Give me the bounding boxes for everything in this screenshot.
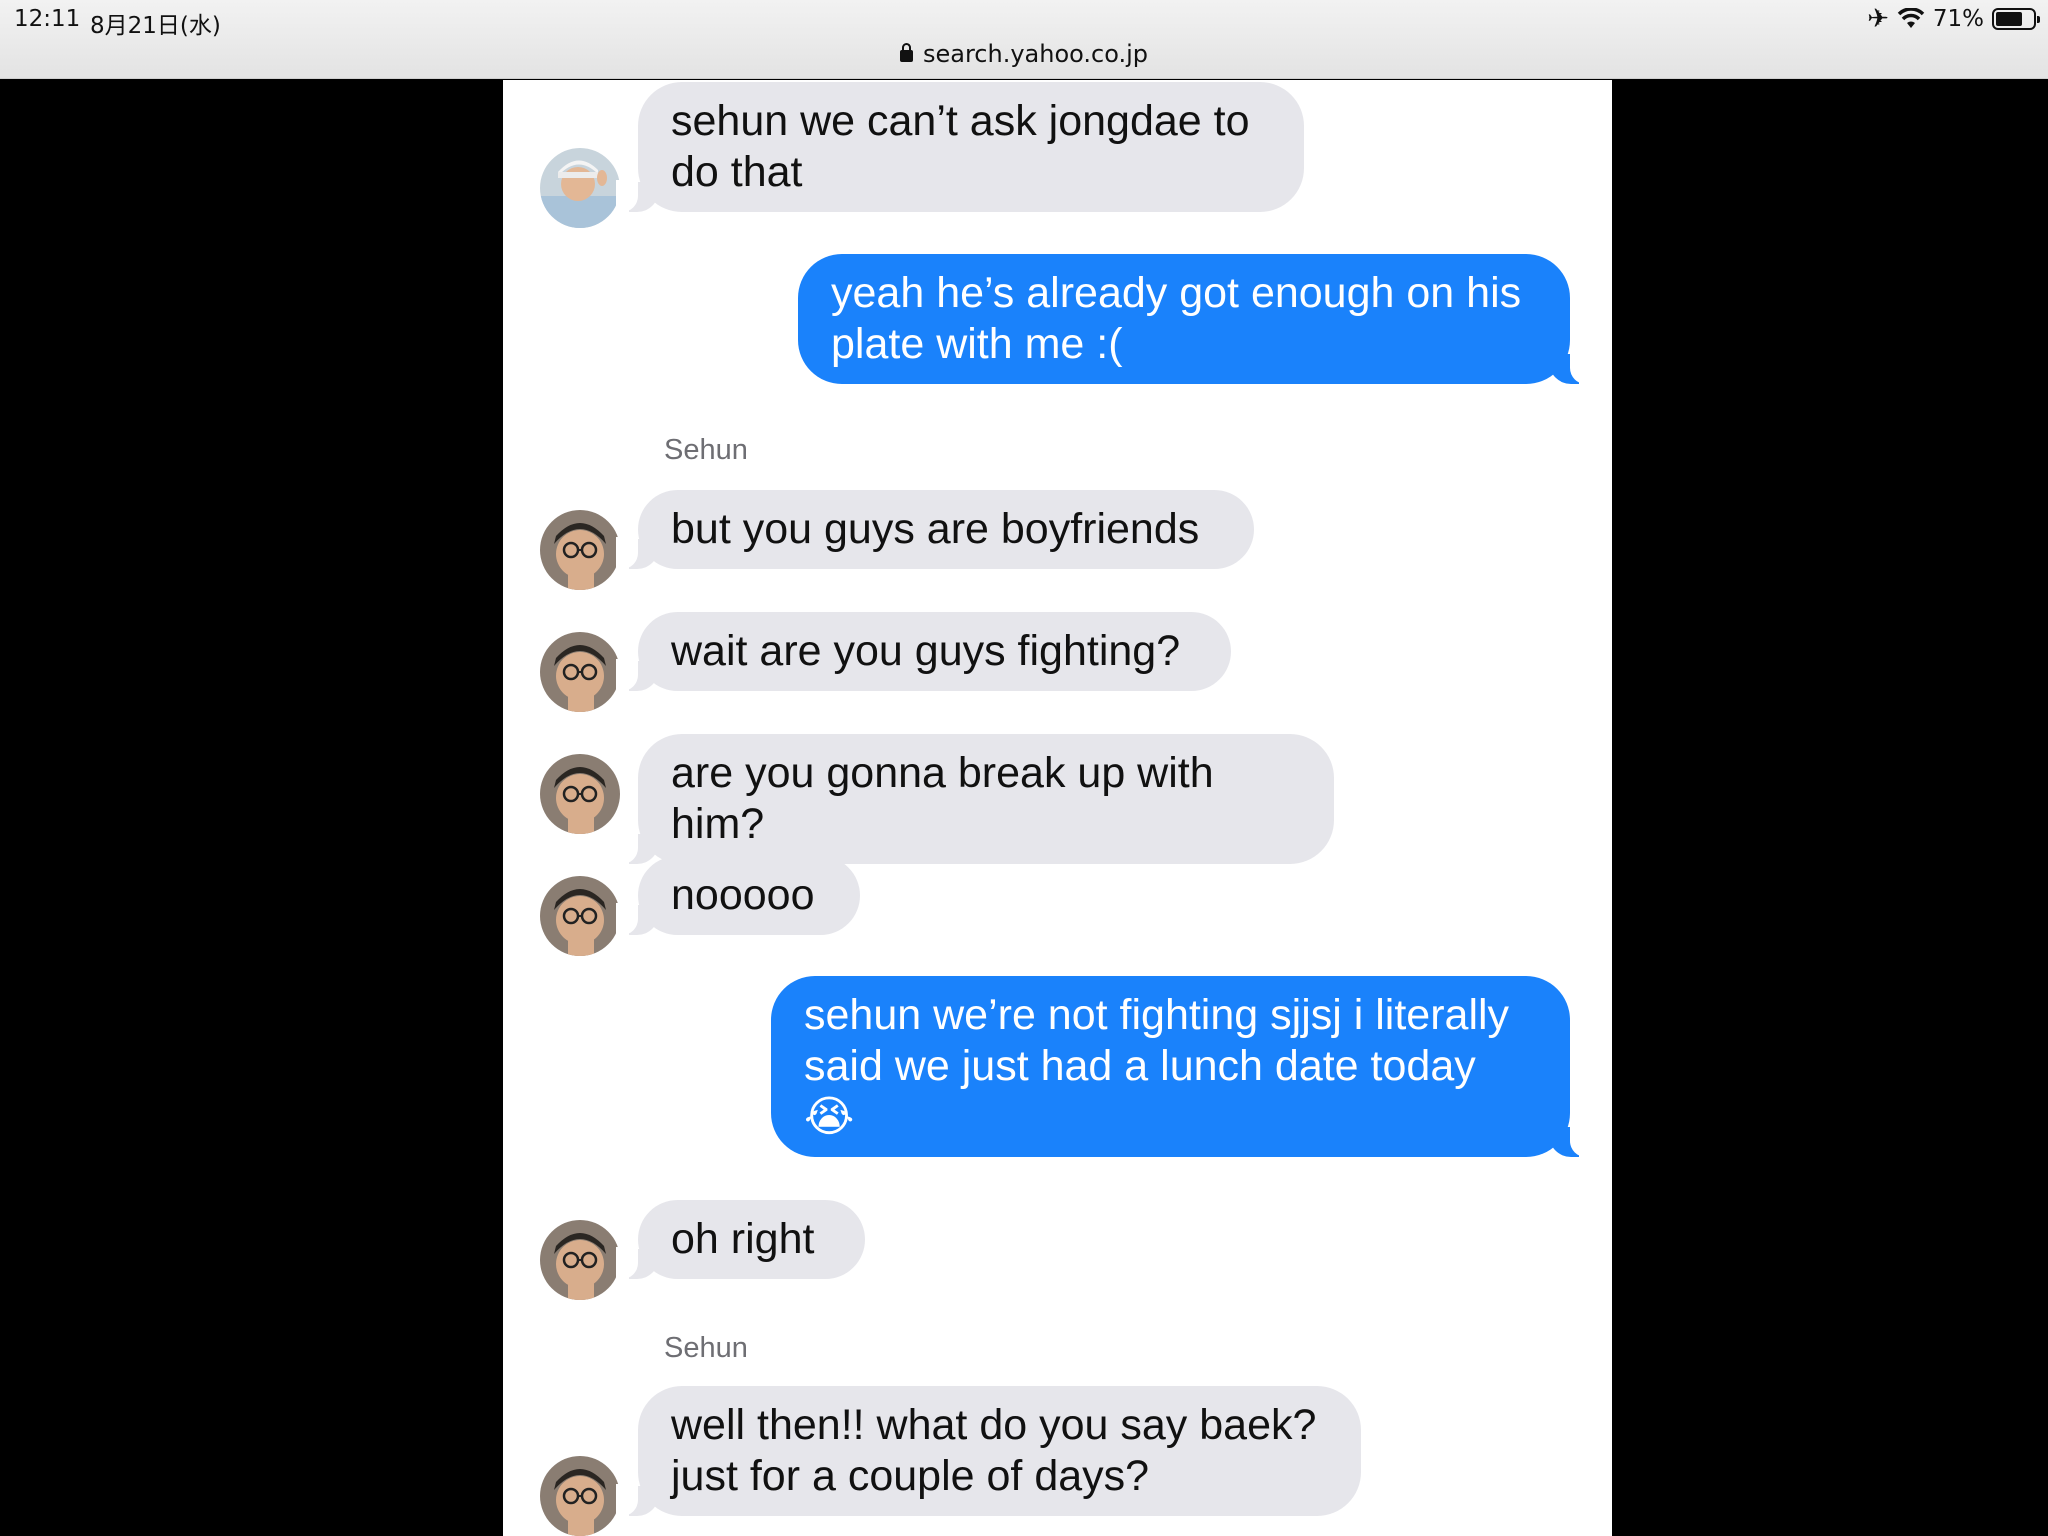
- airplane-icon: ✈: [1867, 4, 1889, 34]
- message-bubble-incoming[interactable]: nooooo: [616, 856, 860, 935]
- message-bubble-outgoing[interactable]: sehun we’re not fighting sjjsj i literal…: [771, 976, 1592, 1157]
- message-bubble-incoming[interactable]: well then!! what do you say baek? just f…: [616, 1386, 1361, 1516]
- avatar-sehun: [540, 1220, 620, 1300]
- avatar-jongdae: [540, 148, 620, 228]
- message-bubble-incoming[interactable]: wait are you guys fighting?: [616, 612, 1231, 691]
- message-bubble-incoming[interactable]: sehun we can’t ask jongdae to do that: [616, 82, 1304, 212]
- avatar-sehun: [540, 754, 620, 834]
- avatar-sehun: [540, 1456, 620, 1536]
- avatar-sehun: [540, 510, 620, 590]
- status-time: 12:11: [14, 6, 81, 32]
- avatar-sehun: [540, 876, 620, 956]
- battery-percent: 71%: [1932, 6, 1984, 32]
- address-bar[interactable]: search.yahoo.co.jp: [0, 40, 2048, 68]
- message-bubble-incoming[interactable]: are you gonna break up with him?: [616, 734, 1334, 864]
- message-bubble-outgoing[interactable]: yeah he’s already got enough on his plat…: [798, 254, 1592, 384]
- message-bubble-incoming[interactable]: oh right: [616, 1200, 865, 1279]
- url-text: search.yahoo.co.jp: [922, 40, 1149, 68]
- avatar-sehun: [540, 632, 620, 712]
- battery-icon: [1992, 8, 2040, 30]
- message-thread: sehun we can’t ask jongdae to do that ye…: [503, 80, 1612, 1536]
- message-bubble-incoming[interactable]: but you guys are boyfriends: [616, 490, 1254, 569]
- sender-name-label: Sehun: [664, 434, 748, 466]
- lock-icon: [899, 43, 913, 62]
- status-date: 8月21日(水): [90, 13, 221, 39]
- sender-name-label: Sehun: [664, 1332, 748, 1364]
- status-bar: 12:11 8月21日(水) search.yahoo.co.jp ✈ 71%: [0, 0, 2048, 79]
- wifi-icon: [1897, 8, 1925, 28]
- status-indicators: ✈ 71%: [1867, 4, 2040, 34]
